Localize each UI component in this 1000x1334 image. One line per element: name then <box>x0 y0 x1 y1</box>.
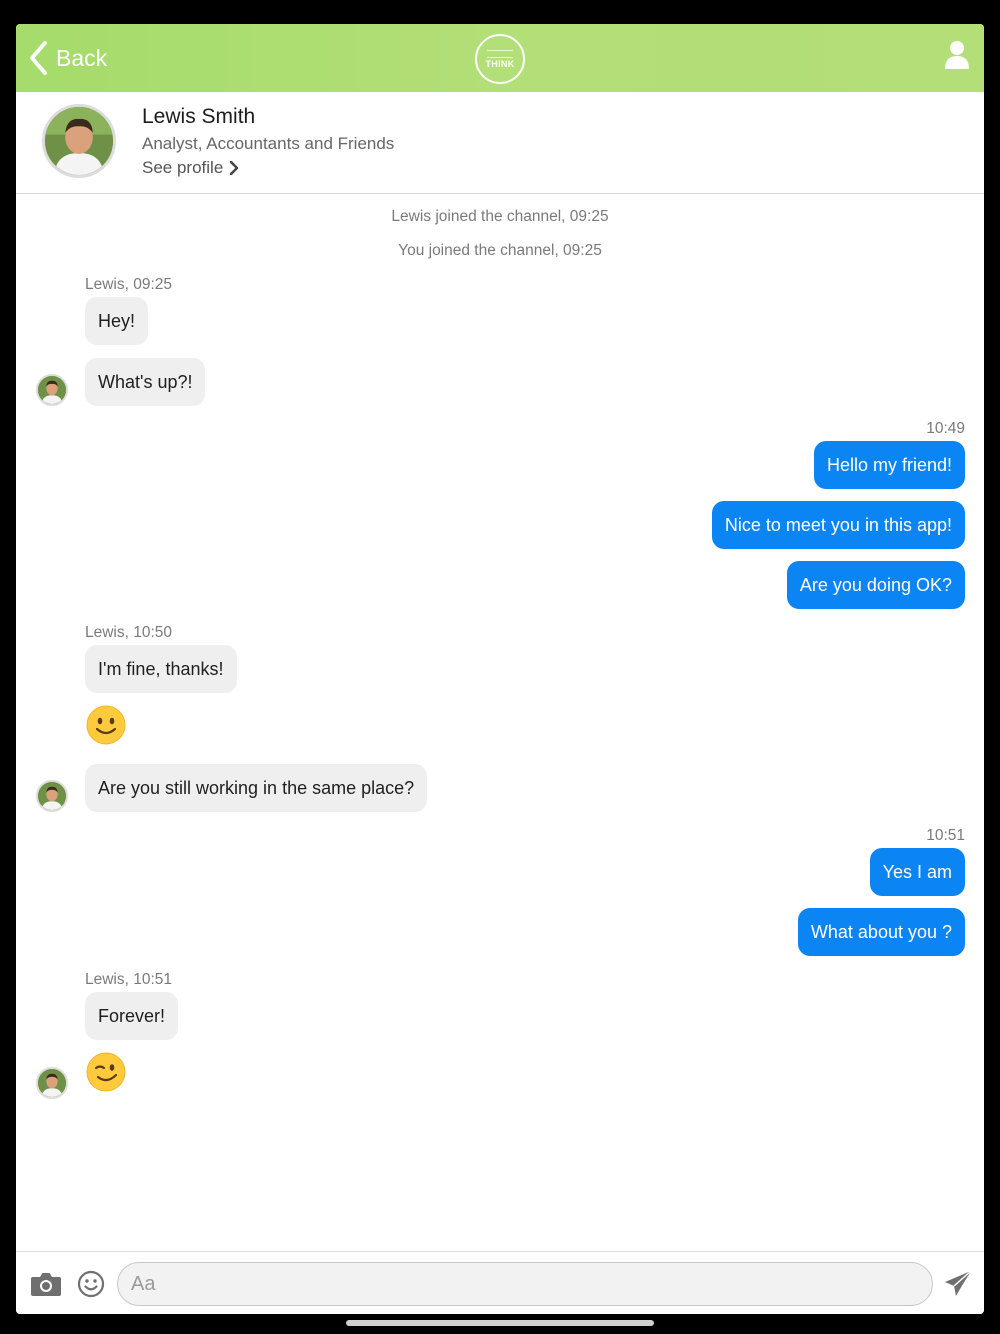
think-logo: THINK <box>475 34 525 84</box>
incoming-message[interactable]: I'm fine, thanks! <box>85 645 237 693</box>
home-indicator[interactable] <box>346 1320 654 1326</box>
outgoing-message[interactable]: Nice to meet you in this app! <box>711 501 965 549</box>
avatar <box>36 1067 68 1099</box>
logo-lines <box>487 49 513 58</box>
message-meta: Lewis, 10:51 <box>85 971 173 988</box>
incoming-message[interactable]: Hey! <box>85 297 149 345</box>
message-meta: 10:51 <box>926 827 965 844</box>
avatar <box>36 374 68 406</box>
message-input[interactable] <box>117 1262 933 1306</box>
top-bar: Back THINK <box>16 24 984 92</box>
avatar[interactable] <box>42 104 116 178</box>
chevron-right-icon <box>230 161 239 175</box>
outgoing-message[interactable]: What about you ? <box>797 908 965 956</box>
system-message: You joined the channel, 09:25 <box>398 242 602 259</box>
outgoing-message[interactable]: Are you doing OK? <box>786 561 965 609</box>
see-profile-link[interactable]: See profile <box>142 158 239 178</box>
send-icon[interactable] <box>943 1269 973 1299</box>
message-meta: Lewis, 10:50 <box>85 624 173 641</box>
system-message: Lewis joined the channel, 09:25 <box>391 208 609 225</box>
slightly-smiling-face-icon[interactable] <box>85 704 127 746</box>
outgoing-message[interactable]: Hello my friend! <box>813 441 965 489</box>
emoji-icon[interactable] <box>77 1270 105 1298</box>
back-label: Back <box>56 44 108 71</box>
avatar <box>36 780 68 812</box>
winking-face-icon[interactable] <box>85 1051 127 1093</box>
incoming-message[interactable]: What's up?! <box>85 358 206 406</box>
contact-subtitle: Analyst, Accountants and Friends <box>142 134 395 153</box>
chevron-left-icon <box>30 41 47 75</box>
incoming-message[interactable]: Forever! <box>85 992 179 1040</box>
message-meta: Lewis, 09:25 <box>85 276 173 293</box>
contact-header: Lewis Smith Analyst, Accountants and Fri… <box>16 92 984 194</box>
chat-screen: Back THINK Lewis Smith Analyst, Accounta… <box>16 24 984 1314</box>
see-profile-label: See profile <box>142 158 224 177</box>
contact-name: Lewis Smith <box>142 105 256 128</box>
outgoing-message[interactable]: Yes I am <box>869 848 965 896</box>
back-button[interactable]: Back <box>28 38 107 78</box>
message-composer <box>16 1251 984 1314</box>
message-meta: 10:49 <box>926 420 965 437</box>
camera-icon[interactable] <box>30 1270 62 1298</box>
user-icon[interactable] <box>944 40 970 70</box>
incoming-message[interactable]: Are you still working in the same place? <box>85 764 428 812</box>
logo-text: THINK <box>485 58 515 69</box>
